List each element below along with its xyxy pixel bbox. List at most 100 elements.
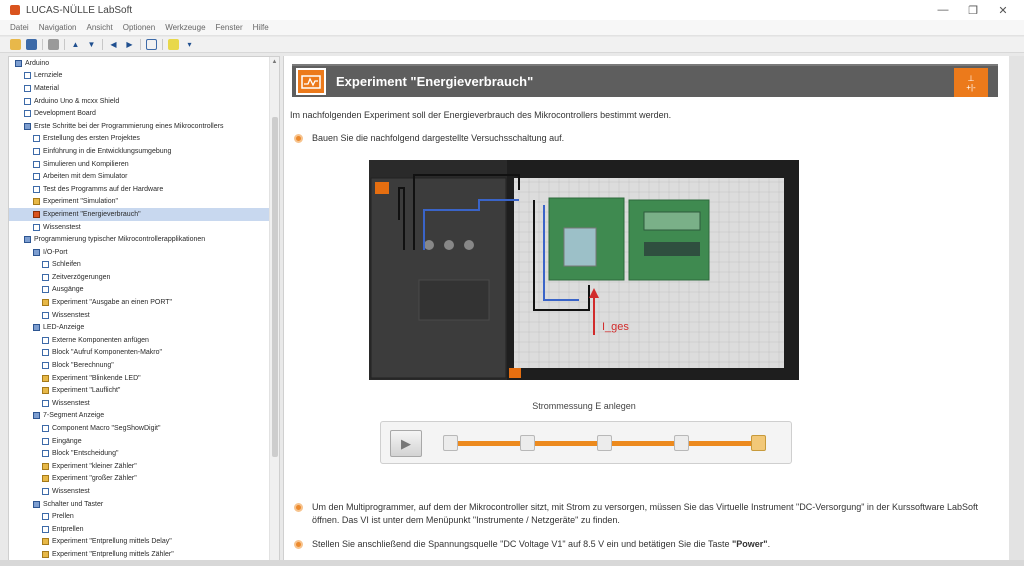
page-icon — [42, 336, 49, 344]
tree-item[interactable]: Experiment "Ausgabe an einen PORT" — [9, 296, 279, 309]
window-icon[interactable] — [146, 39, 157, 50]
page-icon — [42, 437, 49, 445]
tree-item[interactable]: Component Macro "SegShowDigit" — [9, 422, 279, 435]
tree-item[interactable]: Simulieren und Kompilieren — [9, 158, 279, 171]
maximize-button[interactable]: ❐ — [958, 4, 988, 17]
tree-item[interactable]: Arduino Uno & mcxx Shield — [9, 95, 279, 108]
tree-item[interactable]: Schleifen — [9, 259, 279, 272]
tree-item[interactable]: Experiment "Energieverbrauch" — [9, 208, 279, 221]
tree-item-label: Prellen — [52, 513, 74, 521]
step-marker-1[interactable] — [443, 435, 458, 451]
step-marker-3[interactable] — [597, 435, 612, 451]
tree-item[interactable]: Test des Programms auf der Hardware — [9, 183, 279, 196]
open-folder-icon[interactable] — [10, 39, 21, 50]
menu-window[interactable]: Fenster — [216, 23, 243, 32]
step-marker-4[interactable] — [674, 435, 689, 451]
tree-item[interactable]: 7-Segment Anzeige — [9, 410, 279, 423]
tree-item[interactable]: Entprellen — [9, 523, 279, 536]
print-icon[interactable] — [48, 39, 59, 50]
scrollbar-thumb[interactable] — [272, 117, 278, 457]
menu-navigation[interactable]: Navigation — [39, 23, 77, 32]
minimize-button[interactable]: — — [928, 4, 958, 16]
tree-item[interactable]: Erste Schritte bei der Programmierung ei… — [9, 120, 279, 133]
tree-item[interactable]: Ausgänge — [9, 284, 279, 297]
tree-item-label: Experiment "Lauflicht" — [52, 387, 121, 395]
bookmark-icon[interactable] — [168, 39, 179, 50]
menu-file[interactable]: Datei — [10, 23, 29, 32]
tree-item[interactable]: Block "Entscheidung" — [9, 447, 279, 460]
down-arrow-icon[interactable]: ▼ — [86, 39, 97, 50]
tree-item-label: Experiment "kleiner Zähler" — [52, 462, 137, 470]
tree-item-label: Experiment "Ausgabe an einen PORT" — [52, 299, 173, 307]
tree-item[interactable]: Experiment "kleiner Zähler" — [9, 460, 279, 473]
menu-options[interactable]: Optionen — [123, 23, 155, 32]
step-slider-track[interactable] — [443, 435, 766, 451]
tree-item[interactable]: LED-Anzeige — [9, 321, 279, 334]
tree-item-label: Component Macro "SegShowDigit" — [52, 425, 161, 433]
menu-help[interactable]: Hilfe — [253, 23, 269, 32]
tree-item[interactable]: Development Board — [9, 107, 279, 120]
tree-item[interactable]: Arbeiten mit dem Simulator — [9, 170, 279, 183]
step-marker-2[interactable] — [520, 435, 535, 451]
tree-item[interactable]: Einführung in die Entwicklungsumgebung — [9, 145, 279, 158]
up-arrow-icon[interactable]: ▲ — [70, 39, 81, 50]
tree-item[interactable]: Wissenstest — [9, 221, 279, 234]
tree-item[interactable]: Experiment "Entprellung mittels Delay" — [9, 536, 279, 549]
tree-item-label: Block "Berechnung" — [52, 362, 114, 370]
folder-icon — [33, 500, 40, 508]
experiment-icon — [42, 538, 49, 546]
sidebar-scrollbar[interactable]: ▲ — [269, 57, 279, 565]
tree-item[interactable]: Eingänge — [9, 435, 279, 448]
tree-item[interactable]: Experiment "Lauflicht" — [9, 384, 279, 397]
step-1: Bauen Sie die nachfolgend dargestellte V… — [294, 132, 564, 145]
intro-text: Im nachfolgenden Experiment soll der Ene… — [290, 110, 672, 120]
bullet-icon — [294, 503, 303, 512]
forward-icon[interactable]: ▶ — [124, 39, 135, 50]
title-bar: LUCAS-NÜLLE LabSoft — ❐ ✕ — [0, 0, 1024, 20]
step-2: Um den Multiprogrammer, auf dem der Mikr… — [294, 501, 984, 527]
tree-item[interactable]: Experiment "Blinkende LED" — [9, 372, 279, 385]
page-icon — [42, 487, 49, 495]
save-icon[interactable] — [26, 39, 37, 50]
close-button[interactable]: ✕ — [988, 4, 1018, 17]
tree-item[interactable]: Material — [9, 82, 279, 95]
tree-item[interactable]: Block "Aufruf Komponenten-Makro" — [9, 347, 279, 360]
tree-item[interactable]: I/O-Port — [9, 246, 279, 259]
scroll-up-arrow-icon[interactable]: ▲ — [270, 57, 279, 67]
tree-item[interactable]: Experiment "Entprellung mittels Zähler" — [9, 548, 279, 561]
dc-supply-badge[interactable]: ⊥ +|- — [954, 68, 988, 97]
tree-item[interactable]: Wissenstest — [9, 485, 279, 498]
toolbar: ▲ ▼ ◀ ▶ ▾ — [0, 37, 1024, 53]
tree-item[interactable]: Arduino — [9, 57, 279, 70]
tree-item-label: Arduino — [25, 59, 50, 67]
tree-item[interactable]: Wissenstest — [9, 397, 279, 410]
tree-item-label: Experiment "Blinkende LED" — [52, 374, 141, 382]
back-icon[interactable]: ◀ — [108, 39, 119, 50]
tree-item[interactable]: Zeitverzögerungen — [9, 271, 279, 284]
toolbar-separator — [102, 39, 103, 50]
dropdown-icon[interactable]: ▾ — [184, 39, 195, 50]
tree-item[interactable]: Programmierung typischer Mikrocontroller… — [9, 233, 279, 246]
tree-item[interactable]: Experiment "Simulation" — [9, 196, 279, 209]
tree-item[interactable]: Prellen — [9, 510, 279, 523]
menu-view[interactable]: Ansicht — [87, 23, 113, 32]
folder-icon — [33, 248, 40, 256]
tree-item-label: Experiment "großer Zähler" — [52, 475, 137, 483]
tree-item[interactable]: Lernziele — [9, 70, 279, 83]
tree-item-label: Experiment "Energieverbrauch" — [43, 210, 141, 218]
menu-tools[interactable]: Werkzeuge — [165, 23, 205, 32]
play-button[interactable]: ▶ — [390, 430, 422, 457]
tree-item[interactable]: Schalter und Taster — [9, 498, 279, 511]
tree-item-label: Ausgänge — [52, 286, 84, 294]
step-3-prefix: Stellen Sie anschließend die Spannungsqu… — [312, 539, 733, 549]
tree-item[interactable]: Erstellung des ersten Projektes — [9, 133, 279, 146]
tree-item[interactable]: Wissenstest — [9, 309, 279, 322]
toolbar-separator — [162, 39, 163, 50]
tree-item-label: Programmierung typischer Mikrocontroller… — [34, 236, 206, 244]
bullet-icon — [294, 540, 303, 549]
tree-item[interactable]: Experiment "großer Zähler" — [9, 473, 279, 486]
tree-item[interactable]: Externe Komponenten anfügen — [9, 334, 279, 347]
step-marker-5[interactable] — [751, 435, 766, 451]
circuit-setup-image: I_ges — [369, 160, 799, 380]
tree-item[interactable]: Block "Berechnung" — [9, 359, 279, 372]
